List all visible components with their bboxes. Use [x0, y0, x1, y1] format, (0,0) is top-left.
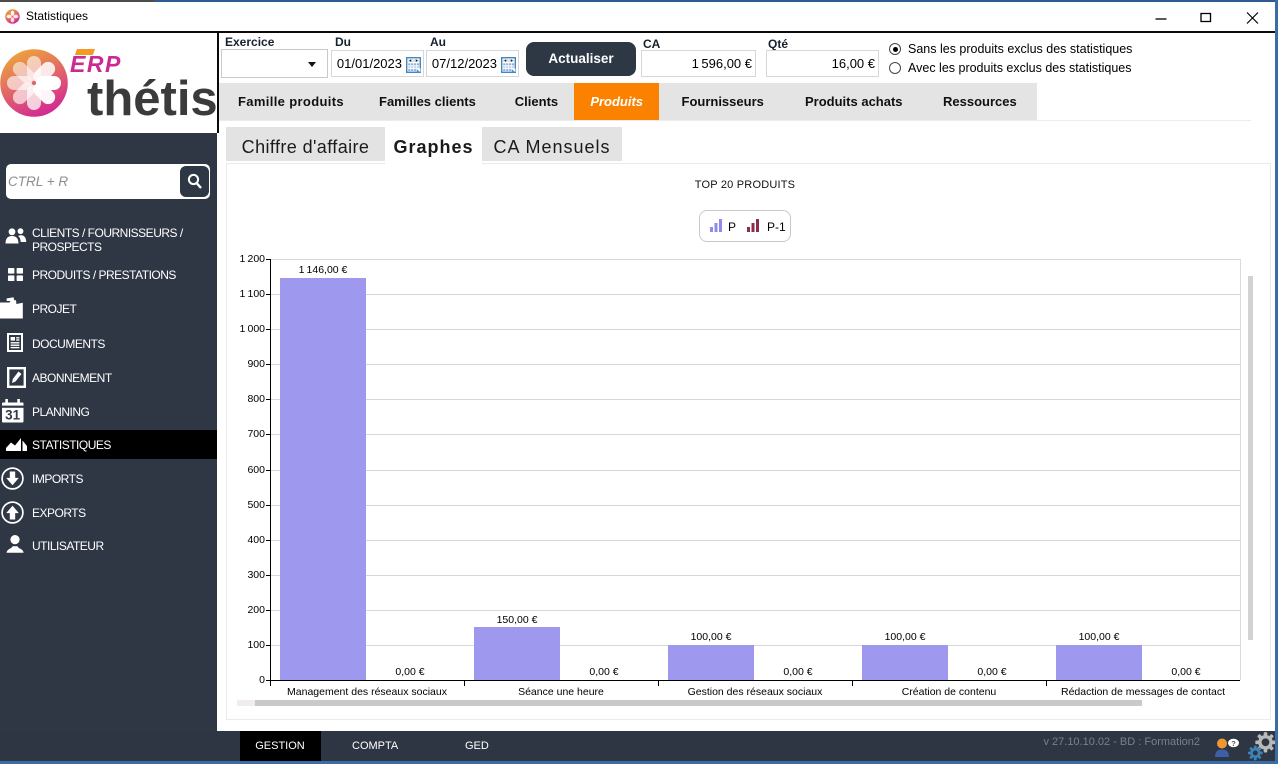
- svg-text:?: ?: [1231, 739, 1236, 748]
- svg-text:31: 31: [5, 408, 21, 423]
